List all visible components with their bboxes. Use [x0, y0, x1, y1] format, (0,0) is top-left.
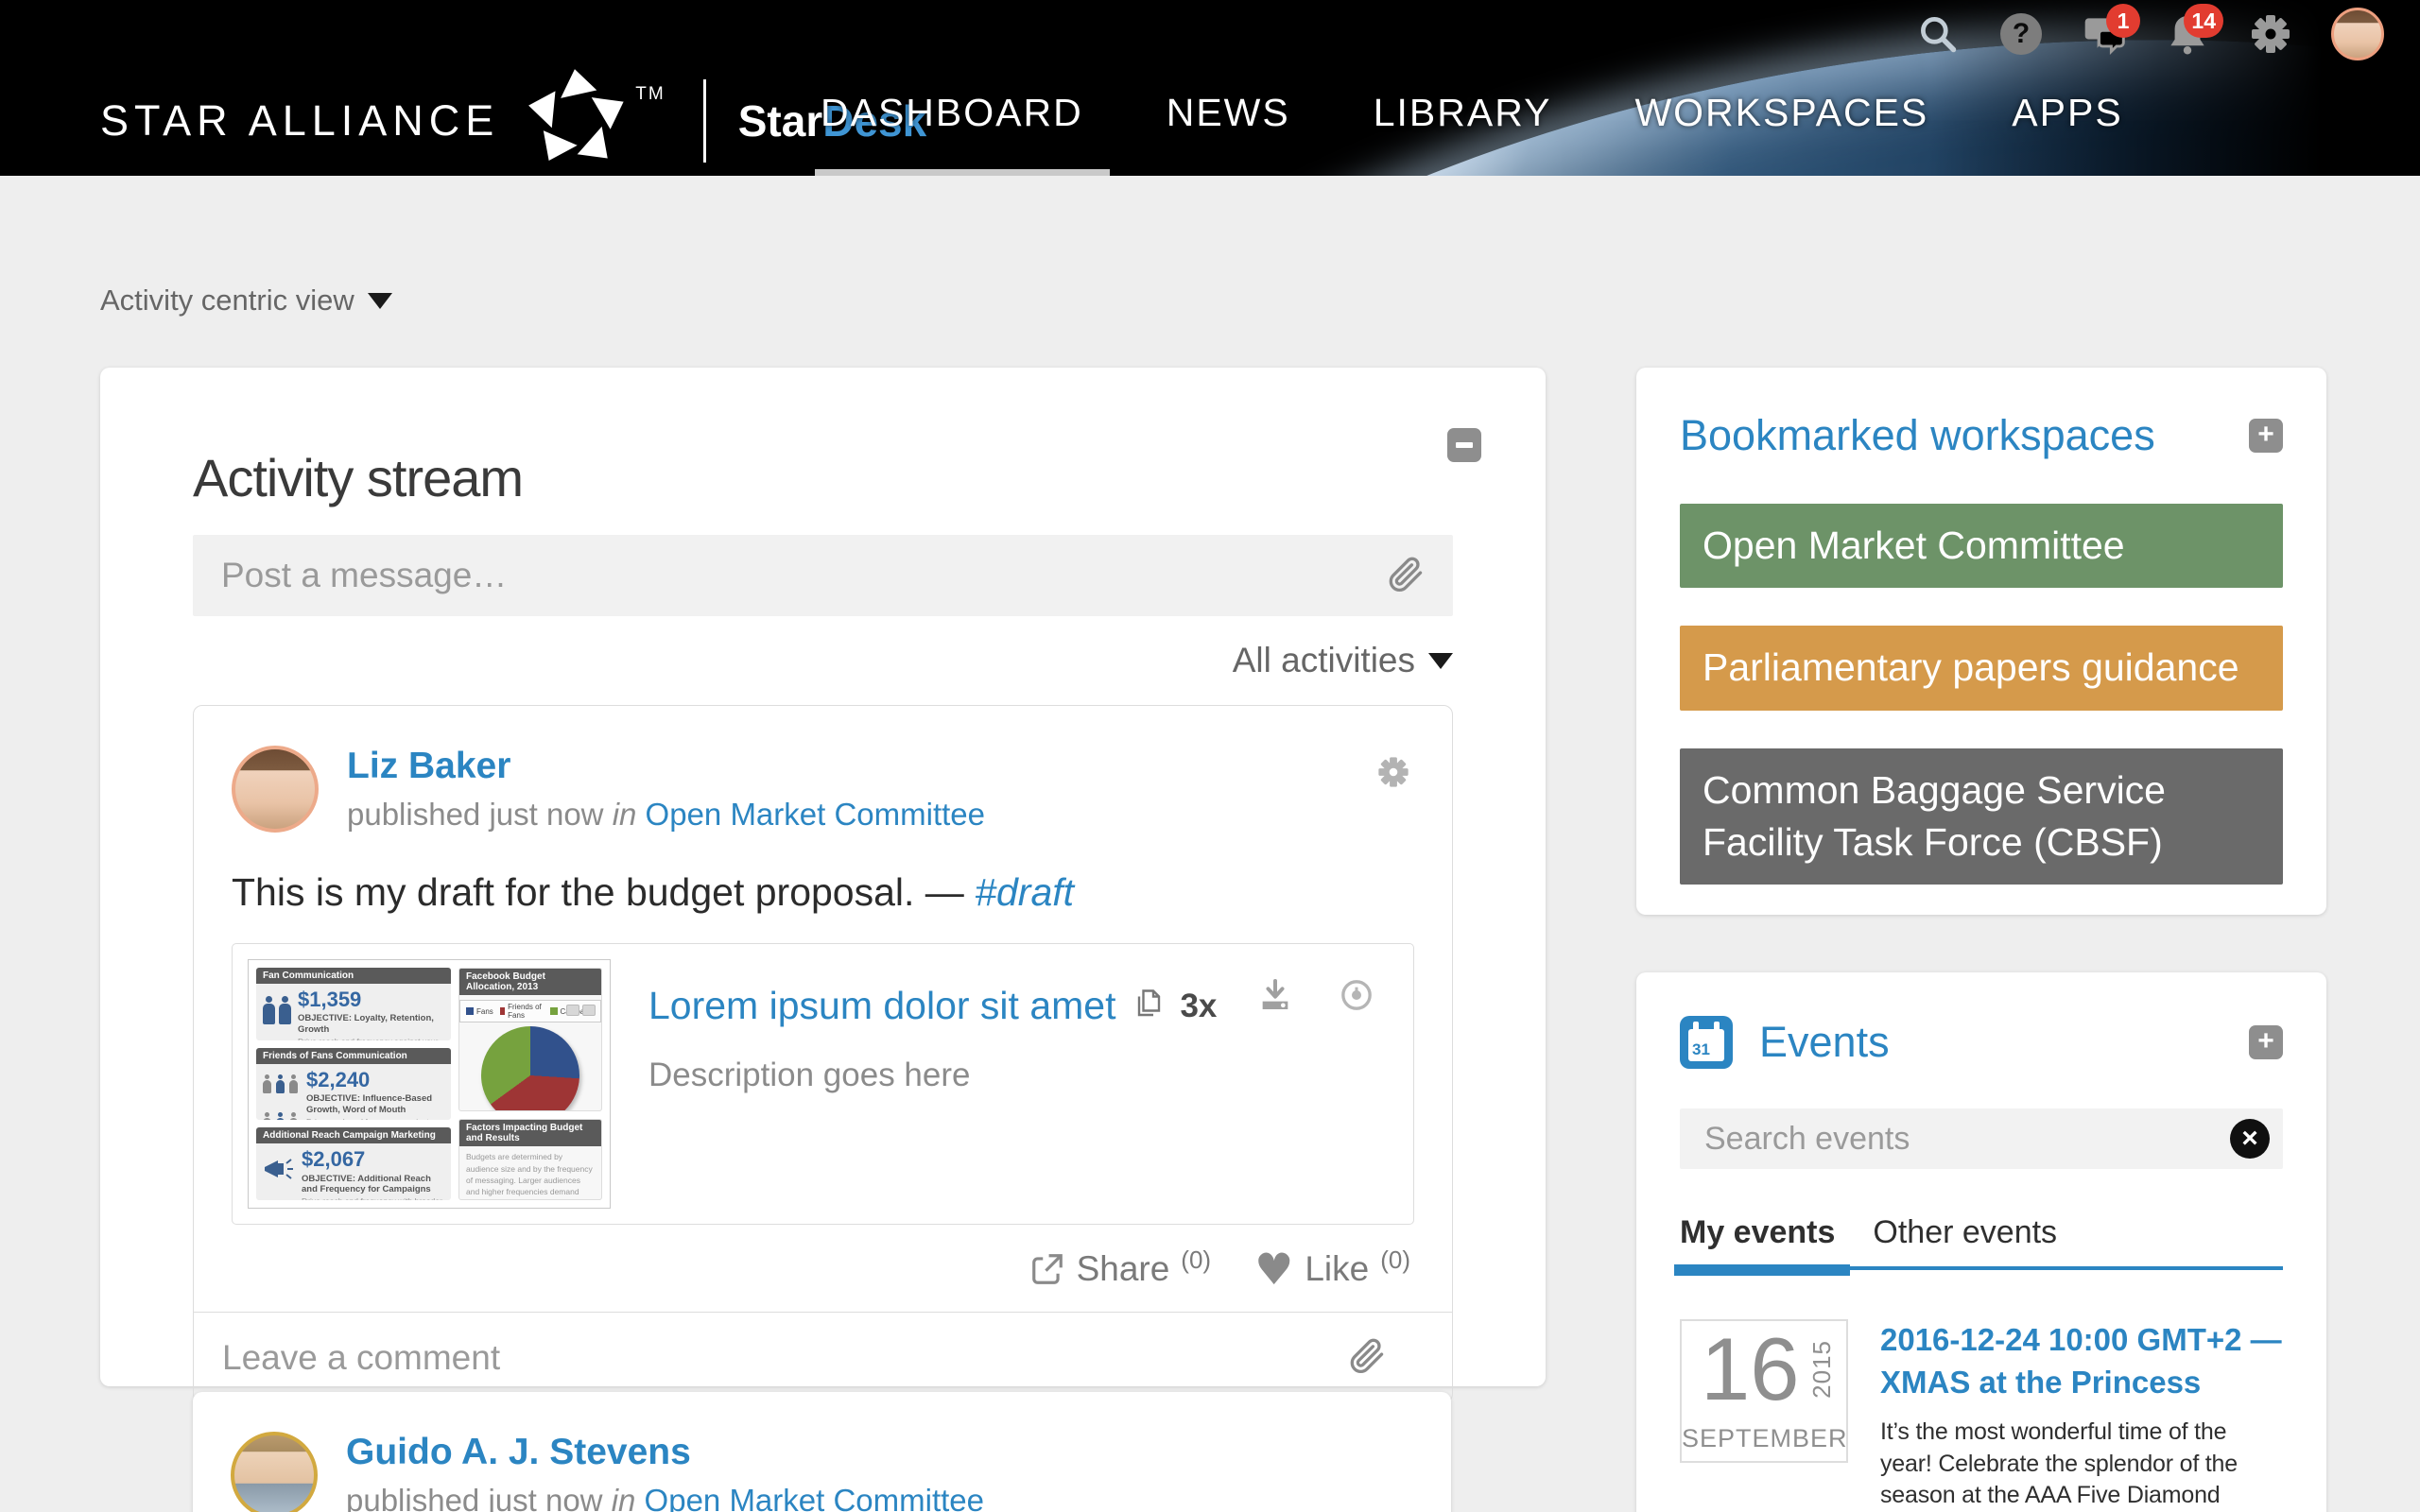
activity-stream-title: Activity stream	[193, 447, 1453, 508]
legend-swatch-campaign	[550, 1007, 558, 1015]
post-author-link[interactable]: Liz Baker	[347, 746, 510, 786]
add-event-button[interactable]	[2249, 1025, 2283, 1059]
bookmarked-workspaces-card: Bookmarked workspaces Open Market Commit…	[1636, 368, 2326, 915]
people-cluster-icon	[263, 1069, 300, 1121]
workspace-link[interactable]: Open Market Committee	[646, 797, 985, 832]
collapse-button[interactable]	[1447, 428, 1481, 462]
attachment-description: Description goes here	[648, 1057, 1217, 1094]
chevron-down-icon	[368, 293, 392, 309]
star-alliance-emblem-icon	[524, 66, 630, 177]
comment-input[interactable]	[194, 1338, 1346, 1378]
nav-workspaces[interactable]: WORKSPACES	[1634, 91, 1928, 135]
post-message-input[interactable]	[193, 556, 1385, 595]
main-nav: DASHBOARD NEWS LIBRARY WORKSPACES APPS	[821, 91, 2123, 135]
preview-pie-chart	[481, 1026, 579, 1111]
share-count: (0)	[1181, 1246, 1211, 1275]
activities-filter[interactable]: All activities	[1233, 641, 1453, 680]
paperclip-icon[interactable]	[1385, 553, 1426, 599]
header: ? 1 14 STAR ALLIANCE	[0, 0, 2420, 176]
calendar-icon: 31	[1680, 1016, 1733, 1069]
activity-stream-card: Activity stream All activities Liz Baker	[100, 368, 1546, 1386]
event-date-box: 16 2015 SEPTEMBER	[1680, 1319, 1848, 1463]
preview-card-friends: Friends of Fans Communication $2,240 OBJ…	[256, 1048, 451, 1121]
print-save-icons	[566, 1005, 596, 1016]
nav-dashboard[interactable]: DASHBOARD	[821, 91, 1083, 135]
event-item: 16 2015 SEPTEMBER 2016-12-24 10:00 GMT+2…	[1680, 1319, 2283, 1512]
preview-card-fan: Fan Communication $1,359 OBJECTIVE: Loya…	[256, 968, 451, 1040]
tab-my-events[interactable]: My events	[1680, 1214, 1835, 1251]
preview-eye-icon[interactable]	[1338, 976, 1375, 1019]
events-card: 31 Events × My events Other events 16 20…	[1636, 972, 2326, 1512]
notifications-icon[interactable]: 14	[2165, 11, 2210, 57]
company-logo-text: STAR ALLIANCE	[100, 96, 499, 146]
nav-library[interactable]: LIBRARY	[1374, 91, 1552, 135]
attachment-preview-thumbnail[interactable]: Fan Communication $1,359 OBJECTIVE: Loya…	[248, 959, 611, 1209]
trademark: TM	[635, 84, 665, 105]
post-liz: Liz Baker published just now in Open Mar…	[193, 705, 1453, 1403]
share-button[interactable]: Share (0)	[1029, 1249, 1212, 1289]
avatar-liz[interactable]	[232, 746, 319, 833]
event-title-link[interactable]: 2016-12-24 10:00 GMT+2 — XMAS at the Pri…	[1880, 1319, 2283, 1403]
download-icon[interactable]	[1256, 976, 1294, 1019]
stardesk-app: ? 1 14 STAR ALLIANCE	[0, 0, 2420, 1512]
nav-news[interactable]: NEWS	[1167, 91, 1290, 135]
copies-icon	[1131, 987, 1165, 1025]
notifications-badge: 14	[2184, 4, 2223, 38]
workspace-tile-open-market[interactable]: Open Market Committee	[1680, 504, 2283, 588]
search-icon[interactable]	[1915, 11, 1961, 57]
bookmarked-workspaces-title: Bookmarked workspaces	[1680, 411, 2155, 460]
people-icon	[263, 988, 291, 1040]
legend-swatch-friends	[500, 1007, 505, 1015]
help-icon[interactable]: ?	[1998, 11, 2044, 57]
settings-gear-icon[interactable]	[2248, 11, 2293, 57]
messages-icon[interactable]: 1	[2082, 11, 2127, 57]
messages-badge: 1	[2106, 4, 2140, 38]
brand: STAR ALLIANCE TM StarDesk	[100, 66, 926, 176]
post-options-gear-icon[interactable]	[1376, 755, 1410, 794]
workspace-tile-parliamentary[interactable]: Parliamentary papers guidance	[1680, 626, 2283, 710]
post-meta: published just now in Open Market Commit…	[346, 1483, 984, 1512]
events-tabs: My events Other events	[1680, 1214, 2283, 1270]
post-guido: Guido A. J. Stevens published just now i…	[193, 1392, 1451, 1512]
hashtag-link[interactable]: #draft	[975, 870, 1074, 914]
preview-pie-card: Facebook Budget Allocation, 2013 Fans Fr…	[458, 968, 602, 1111]
post-author-link[interactable]: Guido A. J. Stevens	[346, 1432, 691, 1472]
clear-search-icon[interactable]: ×	[2230, 1119, 2270, 1159]
post-meta: published just now in Open Market Commit…	[347, 797, 985, 833]
post-message-box	[193, 535, 1453, 616]
legend-swatch-fans	[466, 1007, 474, 1015]
utility-bar: ? 1 14	[1915, 8, 2384, 60]
chevron-down-icon	[1428, 653, 1453, 669]
preview-factors-card: Factors Impacting Budget and Results Bud…	[458, 1119, 602, 1200]
paperclip-icon[interactable]	[1346, 1334, 1388, 1381]
view-switcher[interactable]: Activity centric view	[100, 284, 392, 318]
user-avatar[interactable]	[2331, 8, 2384, 60]
tab-other-events[interactable]: Other events	[1873, 1214, 2057, 1251]
copies-count: 3x	[1180, 988, 1217, 1025]
attachment-title-link[interactable]: Lorem ipsum dolor sit amet	[648, 984, 1115, 1028]
like-count: (0)	[1380, 1246, 1410, 1275]
post-message: This is my draft for the budget proposal…	[232, 870, 1414, 915]
events-search-box: ×	[1680, 1108, 2283, 1169]
workspace-link[interactable]: Open Market Committee	[645, 1483, 984, 1512]
add-workspace-button[interactable]	[2249, 419, 2283, 453]
events-search-input[interactable]	[1680, 1121, 2230, 1158]
comment-box	[194, 1312, 1452, 1402]
brand-divider	[703, 79, 706, 163]
preview-card-reach: Additional Reach Campaign Marketing $2,0…	[256, 1127, 451, 1200]
attachment-card: Fan Communication $1,359 OBJECTIVE: Loya…	[232, 943, 1414, 1225]
workspace-tile-cbsf[interactable]: Common Baggage Service Facility Task For…	[1680, 748, 2283, 885]
megaphone-icon	[263, 1148, 295, 1200]
like-button[interactable]: ♥ Like (0)	[1254, 1249, 1410, 1289]
events-title: Events	[1759, 1018, 2222, 1067]
minus-icon	[1456, 442, 1473, 448]
nav-apps[interactable]: APPS	[2012, 91, 2122, 135]
event-description: It’s the most wonderful time of the year…	[1880, 1417, 2283, 1512]
avatar-guido[interactable]	[231, 1432, 318, 1512]
